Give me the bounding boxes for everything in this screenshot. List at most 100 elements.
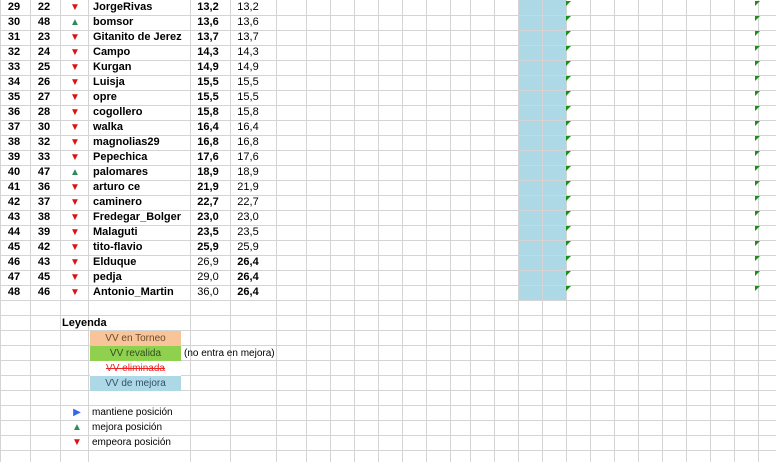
previous-rank-cell[interactable]: 36	[30, 180, 58, 195]
rank-cell[interactable]: 36	[0, 105, 28, 120]
score-cell[interactable]: 17,6	[190, 150, 226, 165]
player-name-cell[interactable]: palomares	[92, 165, 189, 180]
previous-rank-cell[interactable]: 33	[30, 150, 58, 165]
previous-rank-cell[interactable]: 24	[30, 45, 58, 60]
player-name-cell[interactable]: Malaguti	[92, 225, 189, 240]
rank-cell[interactable]: 32	[0, 45, 28, 60]
best-score-cell[interactable]: 15,5	[230, 90, 266, 105]
best-score-cell[interactable]: 14,3	[230, 45, 266, 60]
best-score-cell[interactable]: 22,7	[230, 195, 266, 210]
best-score-cell[interactable]: 26,4	[230, 285, 266, 300]
previous-rank-cell[interactable]: 28	[30, 105, 58, 120]
previous-rank-cell[interactable]: 25	[30, 60, 58, 75]
best-score-cell[interactable]: 26,4	[230, 255, 266, 270]
score-cell[interactable]: 15,8	[190, 105, 226, 120]
score-cell[interactable]: 14,3	[190, 45, 226, 60]
previous-rank-cell[interactable]: 23	[30, 30, 58, 45]
rank-cell[interactable]: 39	[0, 150, 28, 165]
player-name-cell[interactable]: walka	[92, 120, 189, 135]
score-cell[interactable]: 18,9	[190, 165, 226, 180]
rank-cell[interactable]: 38	[0, 135, 28, 150]
rank-cell[interactable]: 34	[0, 75, 28, 90]
player-name-cell[interactable]: caminero	[92, 195, 189, 210]
previous-rank-cell[interactable]: 45	[30, 270, 58, 285]
rank-cell[interactable]: 31	[0, 30, 28, 45]
score-cell[interactable]: 16,4	[190, 120, 226, 135]
score-cell[interactable]: 23,0	[190, 210, 226, 225]
rank-cell[interactable]: 33	[0, 60, 28, 75]
best-score-cell[interactable]: 16,8	[230, 135, 266, 150]
previous-rank-cell[interactable]: 48	[30, 15, 58, 30]
rank-cell[interactable]: 42	[0, 195, 28, 210]
player-name-cell[interactable]: Luisja	[92, 75, 189, 90]
score-cell[interactable]: 29,0	[190, 270, 226, 285]
player-name-cell[interactable]: JorgeRivas	[92, 0, 189, 15]
best-score-cell[interactable]: 15,8	[230, 105, 266, 120]
rank-cell[interactable]: 37	[0, 120, 28, 135]
player-name-cell[interactable]: Elduque	[92, 255, 189, 270]
best-score-cell[interactable]: 13,6	[230, 15, 266, 30]
score-cell[interactable]: 36,0	[190, 285, 226, 300]
score-cell[interactable]: 26,9	[190, 255, 226, 270]
score-cell[interactable]: 16,8	[190, 135, 226, 150]
rank-cell[interactable]: 43	[0, 210, 28, 225]
previous-rank-cell[interactable]: 30	[30, 120, 58, 135]
previous-rank-cell[interactable]: 26	[30, 75, 58, 90]
previous-rank-cell[interactable]: 38	[30, 210, 58, 225]
player-name-cell[interactable]: Kurgan	[92, 60, 189, 75]
score-cell[interactable]: 25,9	[190, 240, 226, 255]
rank-cell[interactable]: 40	[0, 165, 28, 180]
player-name-cell[interactable]: Antonio_Martin	[92, 285, 189, 300]
player-name-cell[interactable]: bomsor	[92, 15, 189, 30]
player-name-cell[interactable]: magnolias29	[92, 135, 189, 150]
score-cell[interactable]: 15,5	[190, 90, 226, 105]
previous-rank-cell[interactable]: 43	[30, 255, 58, 270]
best-score-cell[interactable]: 16,4	[230, 120, 266, 135]
previous-rank-cell[interactable]: 47	[30, 165, 58, 180]
score-cell[interactable]: 14,9	[190, 60, 226, 75]
rank-cell[interactable]: 46	[0, 255, 28, 270]
rank-cell[interactable]: 41	[0, 180, 28, 195]
previous-rank-cell[interactable]: 39	[30, 225, 58, 240]
previous-rank-cell[interactable]: 22	[30, 0, 58, 15]
best-score-cell[interactable]: 13,7	[230, 30, 266, 45]
best-score-cell[interactable]: 26,4	[230, 270, 266, 285]
player-name-cell[interactable]: Fredegar_Bolger	[92, 210, 189, 225]
player-name-cell[interactable]: Pepechica	[92, 150, 189, 165]
score-cell[interactable]: 21,9	[190, 180, 226, 195]
rank-cell[interactable]: 44	[0, 225, 28, 240]
player-name-cell[interactable]: pedja	[92, 270, 189, 285]
best-score-cell[interactable]: 23,0	[230, 210, 266, 225]
best-score-cell[interactable]: 15,5	[230, 75, 266, 90]
player-name-cell[interactable]: arturo ce	[92, 180, 189, 195]
score-cell[interactable]: 13,6	[190, 15, 226, 30]
best-score-cell[interactable]: 21,9	[230, 180, 266, 195]
previous-rank-cell[interactable]: 32	[30, 135, 58, 150]
rank-cell[interactable]: 30	[0, 15, 28, 30]
rank-cell[interactable]: 48	[0, 285, 28, 300]
previous-rank-cell[interactable]: 46	[30, 285, 58, 300]
score-cell[interactable]: 22,7	[190, 195, 226, 210]
rank-cell[interactable]: 29	[0, 0, 28, 15]
best-score-cell[interactable]: 13,2	[230, 0, 266, 15]
score-cell[interactable]: 15,5	[190, 75, 226, 90]
player-name-cell[interactable]: Campo	[92, 45, 189, 60]
rank-cell[interactable]: 45	[0, 240, 28, 255]
previous-rank-cell[interactable]: 37	[30, 195, 58, 210]
best-score-cell[interactable]: 18,9	[230, 165, 266, 180]
best-score-cell[interactable]: 25,9	[230, 240, 266, 255]
score-cell[interactable]: 13,2	[190, 0, 226, 15]
player-name-cell[interactable]: Gitanito de Jerez	[92, 30, 189, 45]
rank-cell[interactable]: 47	[0, 270, 28, 285]
player-name-cell[interactable]: tito-flavio	[92, 240, 189, 255]
score-cell[interactable]: 13,7	[190, 30, 226, 45]
best-score-cell[interactable]: 23,5	[230, 225, 266, 240]
previous-rank-cell[interactable]: 42	[30, 240, 58, 255]
best-score-cell[interactable]: 14,9	[230, 60, 266, 75]
score-cell[interactable]: 23,5	[190, 225, 226, 240]
player-name-cell[interactable]: cogollero	[92, 105, 189, 120]
best-score-cell[interactable]: 17,6	[230, 150, 266, 165]
player-name-cell[interactable]: opre	[92, 90, 189, 105]
spreadsheet-grid[interactable]: 29 22 ▼ JorgeRivas 13,2 13,2 30 48 ▲ bomsor 13,6 13…	[0, 0, 776, 462]
previous-rank-cell[interactable]: 27	[30, 90, 58, 105]
